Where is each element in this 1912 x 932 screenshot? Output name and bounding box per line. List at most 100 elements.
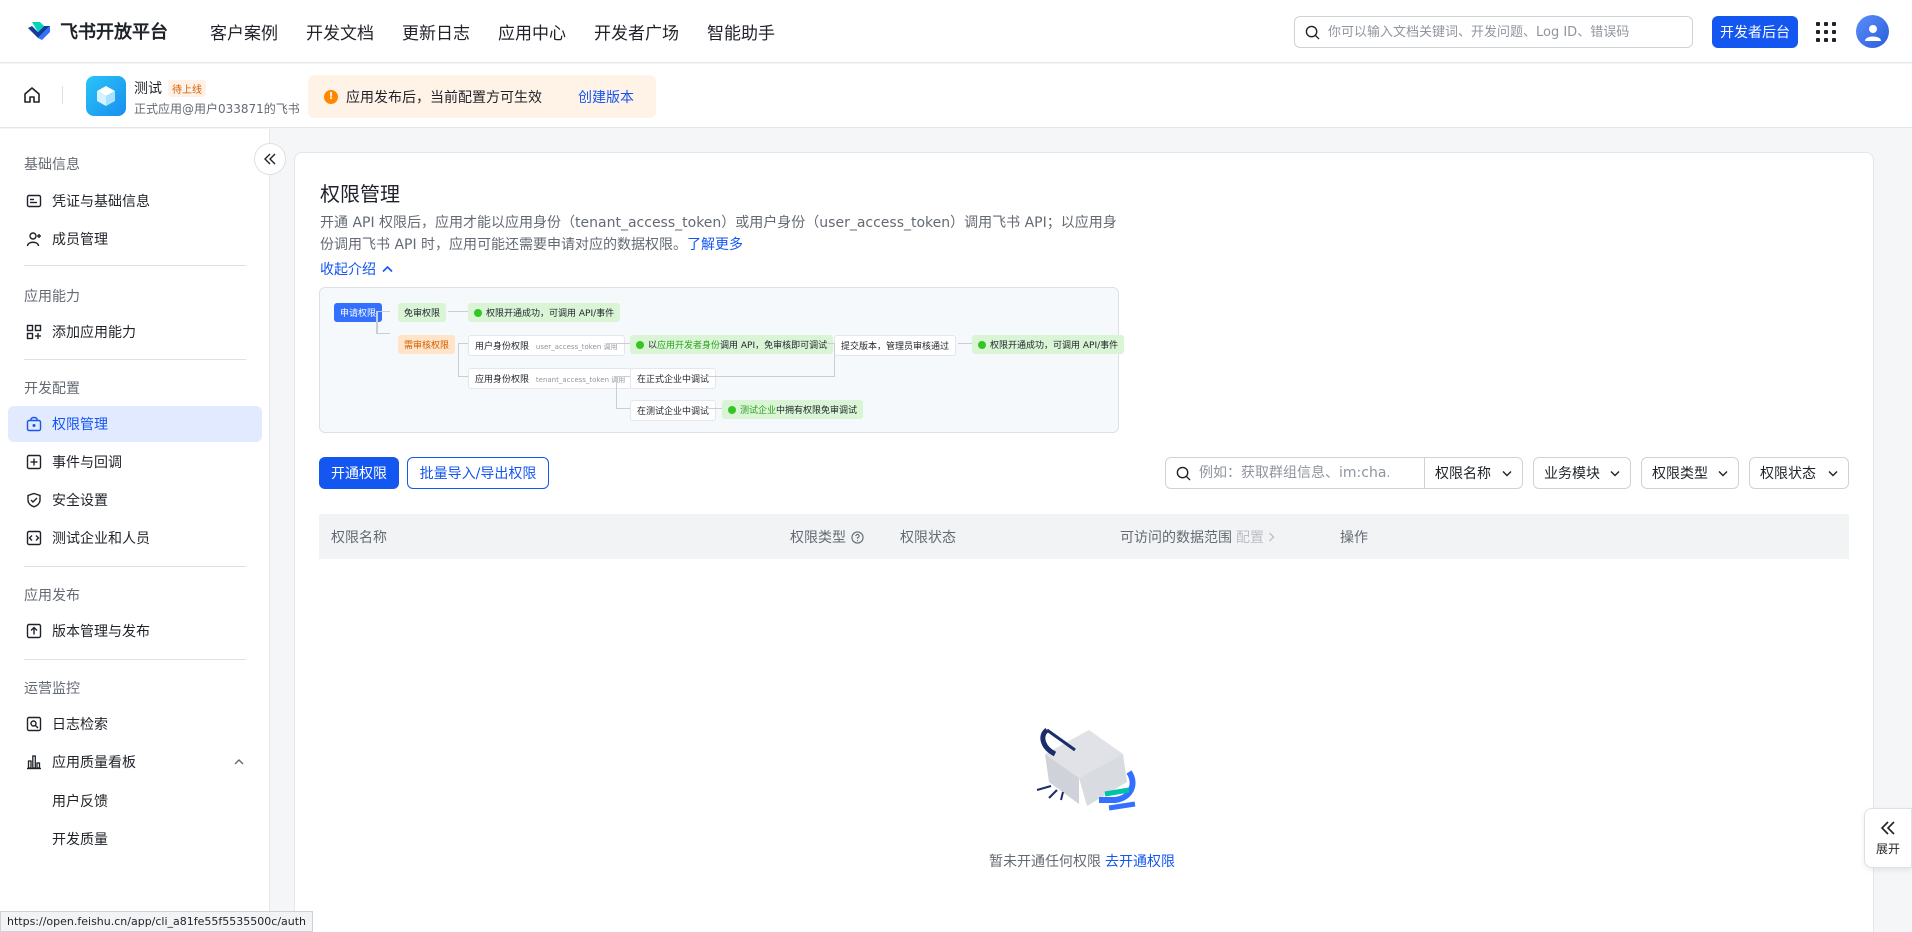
sidebar-item-label: 权限管理	[52, 417, 108, 433]
sidebar-item-security[interactable]: 安全设置	[8, 482, 262, 518]
filter-permission-name[interactable]: 权限名称	[1425, 457, 1523, 489]
learn-more-link[interactable]: 了解更多	[687, 237, 743, 253]
column-header-data-scope-label: 可访问的数据范围	[1120, 530, 1232, 546]
sidebar-subitem-dev-quality[interactable]: 开发质量	[52, 829, 108, 849]
divider	[24, 359, 246, 360]
chevron-up-icon	[382, 265, 393, 273]
filter-business-module[interactable]: 业务模块	[1533, 457, 1631, 489]
sidebar-item-label: 添加应用能力	[52, 325, 136, 341]
sidebar-subitem-feedback[interactable]: 用户反馈	[52, 791, 108, 811]
flow-node-final-result: 权限开通成功，可调用 API/事件	[972, 335, 1125, 354]
empty-state-message: 暂未开通任何权限 去开通权限	[989, 851, 1175, 871]
column-header-status: 权限状态	[900, 530, 956, 546]
open-permission-button[interactable]: 开通权限	[319, 457, 399, 489]
feishu-logo-icon	[28, 22, 50, 40]
chevron-down-icon	[1718, 470, 1728, 476]
sidebar-item-permissions[interactable]: 权限管理	[8, 406, 262, 442]
sidebar-section-publish: 应用发布	[24, 588, 80, 604]
global-search-box[interactable]	[1294, 16, 1693, 48]
flow-test-prefix: 测试企业	[740, 406, 777, 416]
permission-flow-diagram: 申请权限 免审权限 权限开通成功，可调用 API/事件 需审核权限 用户身份权限…	[319, 287, 1125, 433]
user-avatar[interactable]	[1856, 15, 1889, 48]
brand-logo[interactable]: 飞书开放平台	[26, 18, 168, 44]
divider	[24, 659, 246, 660]
sidebar-collapse-button[interactable]	[254, 143, 286, 175]
sidebar-item-label: 版本管理与发布	[52, 624, 150, 640]
collapse-intro-toggle[interactable]: 收起介绍	[320, 259, 393, 279]
sidebar-item-add-ability[interactable]: 添加应用能力	[8, 314, 262, 350]
column-header-name: 权限名称	[331, 530, 387, 546]
nav-link-changelog[interactable]: 更新日志	[402, 19, 470, 44]
double-chevron-left-icon	[264, 153, 276, 165]
nav-link-cases[interactable]: 客户案例	[210, 19, 278, 44]
help-circle-icon[interactable]	[851, 530, 864, 544]
sidebar-item-members[interactable]: 成员管理	[8, 221, 262, 257]
flow-node-test-result: 测试企业中拥有权限免审调试	[722, 400, 864, 419]
flow-dev-identity-prefix: 以	[648, 341, 658, 351]
check-circle-icon	[636, 341, 644, 349]
flow-node-free-result: 权限开通成功，可调用 API/事件	[468, 303, 621, 322]
upload-icon	[26, 623, 42, 639]
flow-node-review: 需审核权限	[398, 335, 456, 354]
flow-dev-identity-highlight: 应用开发者身份	[657, 341, 721, 351]
apps-grid-icon[interactable]	[1816, 22, 1836, 42]
sidebar-item-versions[interactable]: 版本管理与发布	[8, 613, 262, 649]
member-icon	[26, 231, 42, 247]
column-header-type-label: 权限类型	[790, 530, 846, 546]
flow-user-perm-label: 用户身份权限	[475, 342, 530, 352]
sidebar-item-credentials[interactable]: 凭证与基础信息	[8, 183, 262, 219]
developer-console-button[interactable]: 开发者后台	[1712, 16, 1798, 48]
divider	[24, 566, 246, 567]
flow-free-result-text: 权限开通成功，可调用 API/事件	[486, 309, 615, 319]
check-circle-icon	[728, 406, 736, 414]
bar-chart-icon	[26, 754, 42, 770]
filter-label: 权限状态	[1760, 466, 1816, 482]
permission-search-input[interactable]	[1199, 465, 1389, 481]
browser-status-url: https://open.feishu.cn/app/cli_a81fe55f5…	[0, 911, 314, 932]
permission-search-box[interactable]	[1165, 457, 1425, 489]
collapse-intro-label: 收起介绍	[320, 262, 376, 278]
sidebar-item-label: 应用质量看板	[52, 755, 136, 771]
create-version-link[interactable]: 创建版本	[578, 87, 634, 107]
nav-link-developer-square[interactable]: 开发者广场	[594, 19, 679, 44]
column-header-type: 权限类型	[790, 527, 864, 547]
sidebar-section-abilities: 应用能力	[24, 289, 80, 305]
nav-link-app-center[interactable]: 应用中心	[498, 19, 566, 44]
nav-link-docs[interactable]: 开发文档	[306, 19, 374, 44]
sidebar-section-dev-config: 开发配置	[24, 381, 80, 397]
sidebar-item-log-search[interactable]: 日志检索	[8, 706, 262, 742]
sidebar-item-test-tenants[interactable]: 测试企业和人员	[8, 520, 262, 556]
sidebar-item-label: 日志检索	[52, 717, 108, 733]
nav-link-ai-assistant[interactable]: 智能助手	[707, 19, 775, 44]
flow-node-free: 免审权限	[398, 303, 447, 322]
filter-permission-status[interactable]: 权限状态	[1749, 457, 1849, 489]
chevron-down-icon	[1610, 470, 1620, 476]
flow-node-user-perm: 用户身份权限 user_access_token 调用	[468, 335, 625, 356]
flow-final-result-text: 权限开通成功，可调用 API/事件	[990, 341, 1119, 351]
search-icon	[1176, 466, 1191, 481]
column-header-data-scope: 可访问的数据范围 配置	[1120, 527, 1275, 547]
check-circle-icon	[474, 309, 482, 317]
batch-import-export-button[interactable]: 批量导入/导出权限	[407, 457, 549, 489]
empty-state-text: 暂未开通任何权限	[989, 854, 1101, 870]
log-search-icon	[26, 716, 42, 732]
chevron-up-icon[interactable]	[234, 758, 244, 766]
intro-paragraph: 开通 API 权限后，应用才能以应用身份（tenant_access_token…	[320, 212, 1120, 256]
app-subtitle: 正式应用@用户033871的飞书	[134, 102, 300, 116]
chevron-down-icon	[1828, 470, 1838, 476]
chevron-down-icon	[1502, 470, 1512, 476]
apps-add-icon	[26, 324, 42, 340]
filter-permission-type[interactable]: 权限类型	[1641, 457, 1739, 489]
go-open-permission-link[interactable]: 去开通权限	[1105, 854, 1175, 870]
expand-panel-button[interactable]: 展开	[1864, 808, 1912, 868]
configure-link[interactable]: 配置	[1236, 527, 1264, 547]
sidebar-item-label: 事件与回调	[52, 455, 122, 471]
home-icon[interactable]	[22, 85, 42, 105]
flow-test-suffix: 中拥有权限免审调试	[776, 406, 858, 416]
expand-label: 展开	[1875, 841, 1900, 856]
global-search-input[interactable]	[1328, 24, 1668, 40]
sidebar-item-events[interactable]: 事件与回调	[8, 444, 262, 480]
shield-icon	[26, 492, 42, 508]
sidebar-item-label: 成员管理	[52, 232, 108, 248]
sidebar-item-quality-board[interactable]: 应用质量看板	[8, 744, 262, 780]
